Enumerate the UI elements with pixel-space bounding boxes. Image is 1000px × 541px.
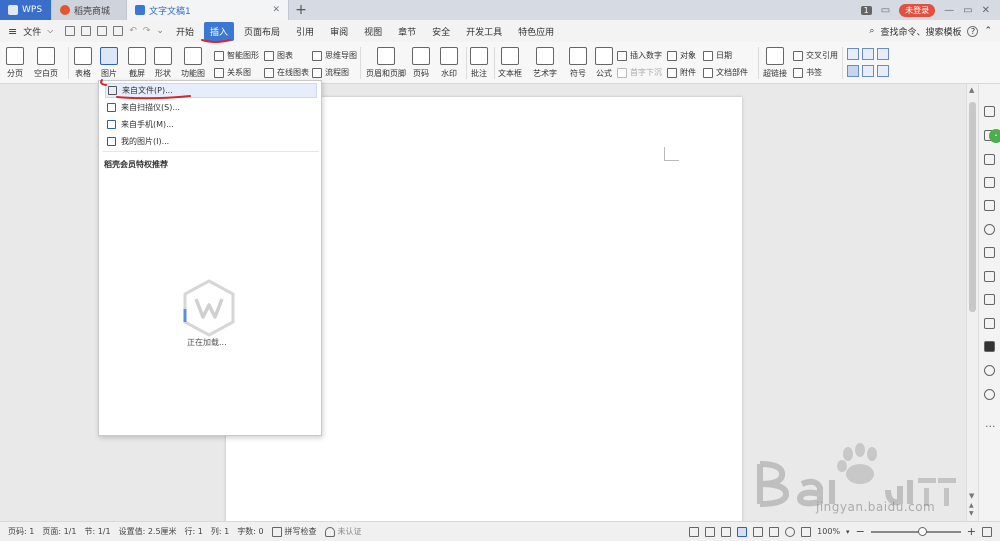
- eye-protect-icon[interactable]: [801, 526, 812, 537]
- auth-status[interactable]: 未认证: [324, 526, 362, 537]
- status-section: 节: 1/1: [84, 527, 111, 536]
- focus-mode-icon[interactable]: [689, 526, 700, 537]
- status-words[interactable]: 字数: 0: [237, 526, 263, 537]
- fit-window-icon[interactable]: [982, 526, 992, 537]
- outline-view-icon[interactable]: [753, 526, 764, 537]
- status-bar: 页码: 1 页面: 1/1 节: 1/1 设置值: 2.5厘米 行: 1 列: …: [0, 521, 1000, 541]
- web-view-icon[interactable]: [769, 526, 780, 537]
- shield-icon: [324, 526, 335, 537]
- edit-mode-icon[interactable]: [721, 526, 732, 537]
- status-page-num: 页码: 1: [8, 527, 35, 536]
- annotation-underline-from-file: [116, 95, 191, 100]
- globe-icon[interactable]: [785, 526, 796, 537]
- status-setting: 设置值: 2.5厘米: [118, 527, 177, 536]
- zoom-dropdown-icon[interactable]: ▾: [846, 528, 850, 536]
- zoom-out-button[interactable]: −: [856, 525, 865, 538]
- spell-check-button[interactable]: 拼写检查: [271, 526, 317, 537]
- reading-mode-icon[interactable]: [705, 526, 716, 537]
- annotation-underline-insert: [201, 39, 231, 43]
- zoom-slider-knob[interactable]: [918, 526, 928, 536]
- annotation-tick-picture: [100, 79, 107, 86]
- watermark-url: jingyan.baidu.com: [816, 500, 936, 514]
- zoom-slider[interactable]: [870, 526, 961, 536]
- page-view-icon[interactable]: [737, 526, 748, 537]
- status-pages: 页面: 1/1: [42, 527, 77, 536]
- zoom-in-button[interactable]: +: [967, 525, 976, 538]
- spell-check-icon: [271, 526, 282, 537]
- zoom-level[interactable]: 100%: [817, 527, 840, 536]
- status-row: 行: 1: [184, 527, 203, 536]
- status-col: 列: 1: [210, 527, 230, 536]
